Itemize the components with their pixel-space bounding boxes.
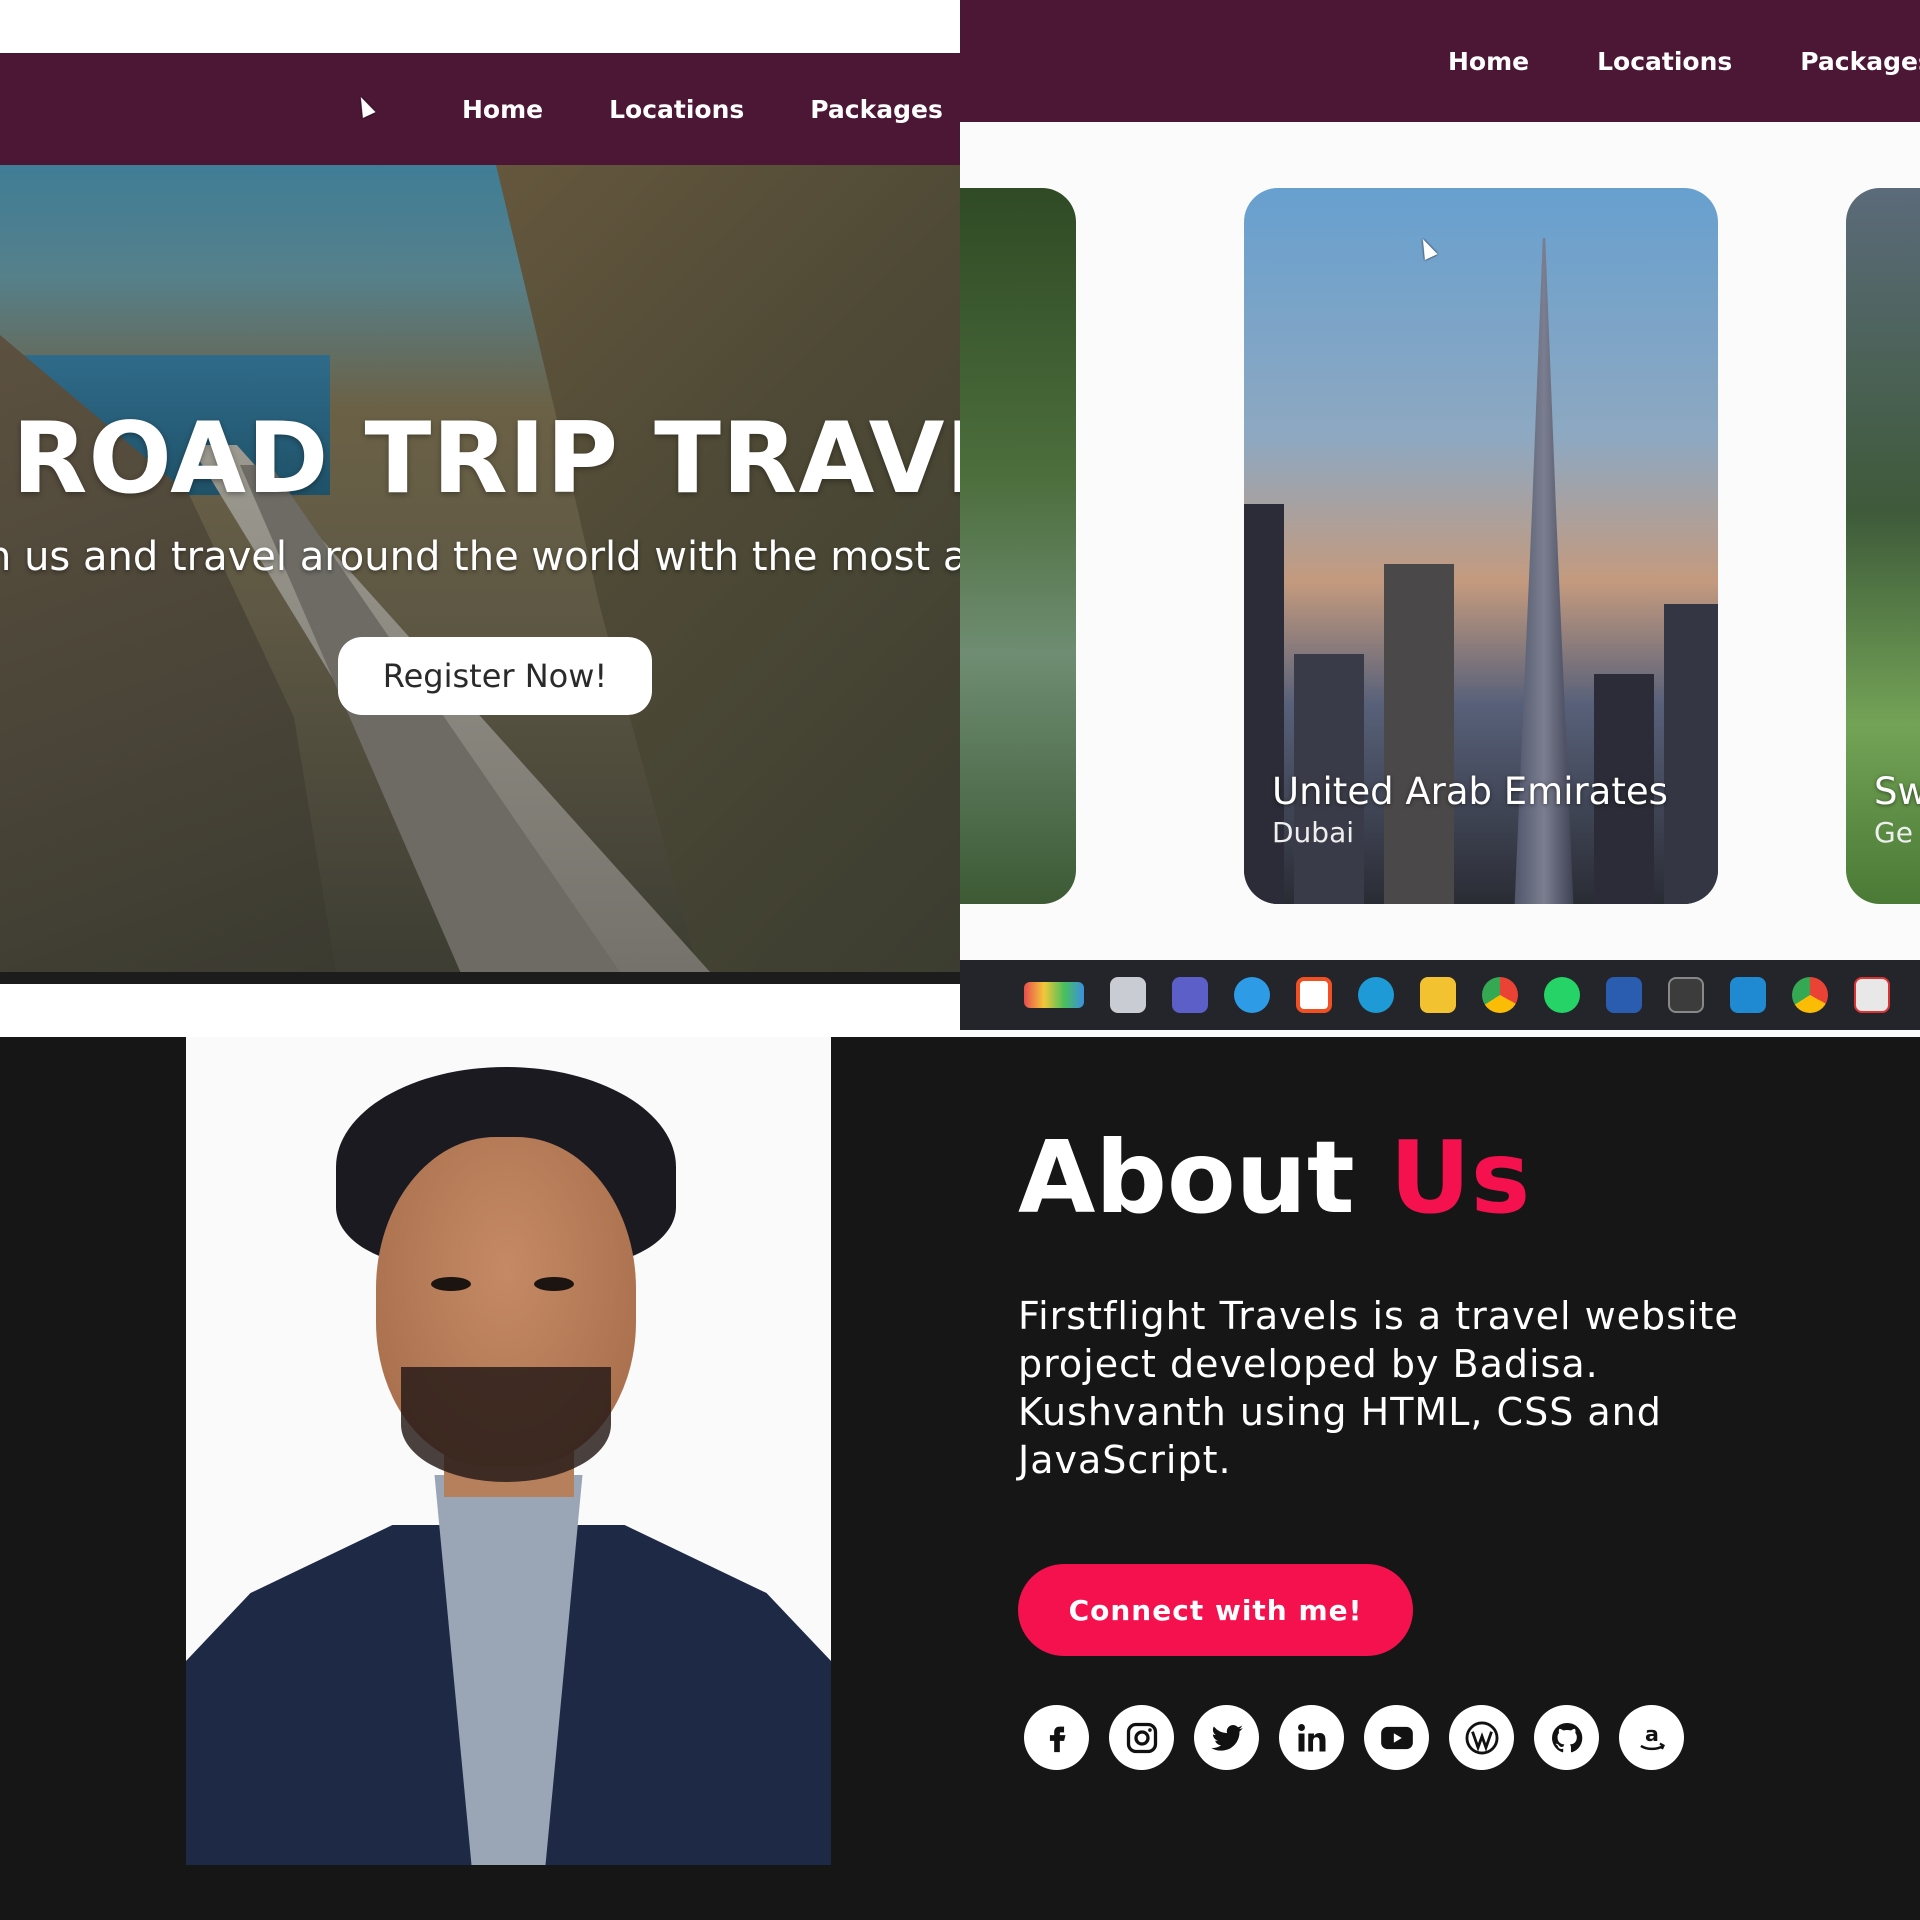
building: [1664, 604, 1718, 904]
linkedin-icon[interactable]: [1279, 1705, 1344, 1770]
wordpress-icon[interactable]: [1449, 1705, 1514, 1770]
amazon-icon[interactable]: a: [1619, 1705, 1684, 1770]
left-eye: [431, 1277, 471, 1291]
chrome-icon[interactable]: [1482, 977, 1518, 1013]
profile-photo: [186, 1037, 831, 1865]
nav-packages[interactable]: Packages: [1800, 47, 1920, 76]
explorer-icon[interactable]: [1420, 977, 1456, 1013]
locations-screenshot: Home Locations Packages United Arab Emir…: [960, 0, 1920, 1037]
youtube-icon[interactable]: [1364, 1705, 1429, 1770]
instagram-icon[interactable]: [1109, 1705, 1174, 1770]
hero-section: ROAD TRIP TRAVELS n us and travel around…: [0, 165, 960, 972]
terminal-icon[interactable]: [1668, 977, 1704, 1013]
about-heading-main: About: [1018, 1119, 1355, 1236]
nav-home[interactable]: Home: [1448, 47, 1529, 76]
paint-icon[interactable]: [1024, 982, 1084, 1008]
nav-packages[interactable]: Packages: [810, 95, 943, 124]
chrome-dev-icon[interactable]: [1234, 977, 1270, 1013]
svg-text:a: a: [1645, 1722, 1659, 1746]
about-heading-accent: Us: [1389, 1119, 1531, 1236]
about-section: About Us Firstflight Travels is a travel…: [960, 1037, 1920, 1920]
hero-screenshot: Home Locations Packages ROAD TRIP TRAVEL…: [0, 0, 960, 1037]
hero-subtitle: n us and travel around the world with th…: [0, 534, 960, 580]
nav-home[interactable]: Home: [462, 95, 543, 124]
teams-icon[interactable]: [1172, 977, 1208, 1013]
building: [1384, 564, 1454, 904]
remote-icon[interactable]: [1606, 977, 1642, 1013]
windows-taskbar: [960, 960, 1920, 1030]
whatsapp-icon[interactable]: [1544, 977, 1580, 1013]
connect-button[interactable]: Connect with me!: [1018, 1564, 1413, 1656]
facebook-icon[interactable]: [1024, 1705, 1089, 1770]
navbar: Home Locations Packages: [0, 53, 960, 165]
beard: [401, 1367, 611, 1482]
right-eye: [534, 1277, 574, 1291]
card-city: Ge: [1874, 816, 1913, 849]
nav-locations[interactable]: Locations: [1597, 47, 1732, 76]
mouse-cursor-icon: [1416, 235, 1438, 261]
chrome-icon[interactable]: [1792, 977, 1828, 1013]
social-links: a: [1024, 1705, 1684, 1770]
location-card-switzerland[interactable]: Sw Ge: [1846, 188, 1920, 904]
github-icon[interactable]: [1534, 1705, 1599, 1770]
taskbar-edge: [0, 972, 960, 984]
card-country: Sw: [1874, 770, 1920, 813]
card-country: United Arab Emirates: [1272, 770, 1668, 813]
vscode-icon[interactable]: [1730, 977, 1766, 1013]
about-description: Firstflight Travels is a travel website …: [1018, 1294, 1739, 1482]
register-button[interactable]: Register Now!: [338, 637, 652, 715]
files-icon[interactable]: [1110, 977, 1146, 1013]
hero-title: ROAD TRIP TRAVELS: [12, 402, 960, 516]
navbar: Home Locations Packages: [960, 0, 1920, 122]
twitter-icon[interactable]: [1194, 1705, 1259, 1770]
nav-locations[interactable]: Locations: [609, 95, 744, 124]
snip-icon[interactable]: [1854, 977, 1890, 1013]
location-card-forest[interactable]: [960, 188, 1076, 904]
edge-icon[interactable]: [1358, 977, 1394, 1013]
about-heading: About Us: [1018, 1119, 1530, 1236]
location-card-dubai[interactable]: United Arab Emirates Dubai: [1244, 188, 1718, 904]
store-icon[interactable]: [1296, 977, 1332, 1013]
portrait-section: [0, 1037, 960, 1920]
card-city: Dubai: [1272, 816, 1355, 849]
